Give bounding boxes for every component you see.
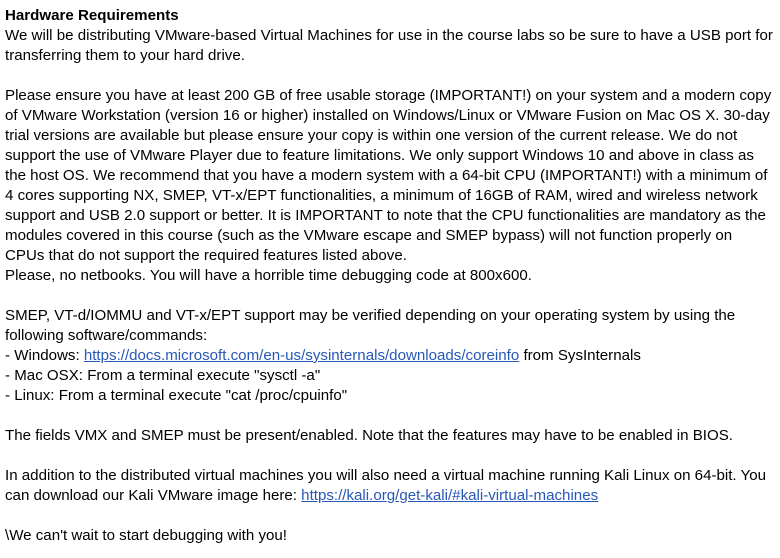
kali-link[interactable]: https://kali.org/get-kali/#kali-virtual-… xyxy=(301,487,598,504)
coreinfo-link[interactable]: https://docs.microsoft.com/en-us/sysinte… xyxy=(84,347,519,364)
fields-note: The fields VMX and SMEP must be present/… xyxy=(5,427,734,444)
netbooks-note: Please, no netbooks. You will have a hor… xyxy=(5,267,532,284)
closing-line: \We can't wait to start debugging with y… xyxy=(5,527,287,544)
intro-paragraph: We will be distributing VMware-based Vir… xyxy=(5,27,773,64)
windows-command-suffix: from SysInternals xyxy=(519,347,641,364)
kali-paragraph: In addition to the distributed virtual m… xyxy=(5,466,775,506)
document-body: Hardware Requirements We will be distrib… xyxy=(0,0,775,546)
windows-command-prefix: - Windows: xyxy=(5,347,84,364)
windows-command-line: - Windows: https://docs.microsoft.com/en… xyxy=(5,346,775,366)
verify-paragraph: SMEP, VT-d/IOMMU and VT-x/EPT support ma… xyxy=(5,307,736,344)
mac-command-line: - Mac OSX: From a terminal execute "sysc… xyxy=(5,367,321,384)
section-heading: Hardware Requirements xyxy=(5,7,179,24)
requirements-paragraph: Please ensure you have at least 200 GB o… xyxy=(5,87,772,264)
linux-command-line: - Linux: From a terminal execute "cat /p… xyxy=(5,387,348,404)
